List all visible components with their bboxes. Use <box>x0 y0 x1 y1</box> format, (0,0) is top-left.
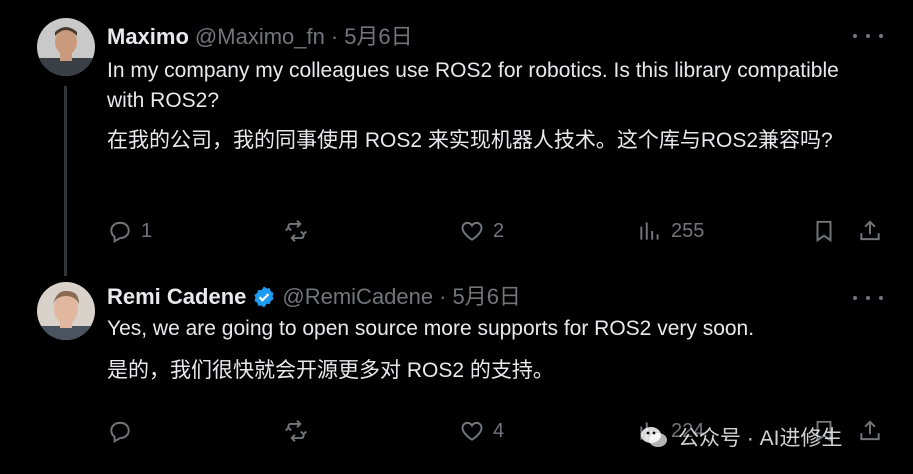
author-handle[interactable]: @Maximo_fn <box>195 24 325 50</box>
retweet-button[interactable] <box>283 216 309 246</box>
tweet-date[interactable]: 5月6日 <box>344 24 412 50</box>
views-icon <box>640 222 659 240</box>
action-bar: 1 2 255 <box>107 216 883 246</box>
separator-dot: · <box>330 24 339 49</box>
retweet-button[interactable] <box>283 416 309 446</box>
avatar-remi[interactable] <box>37 282 95 340</box>
share-button[interactable] <box>857 416 883 446</box>
tweet-date[interactable]: 5月6日 <box>452 284 520 310</box>
like-count: 4 <box>493 419 505 442</box>
tweet-text-zh: 是的，我们很快就会开源更多对 ROS2 的支持。 <box>107 359 554 382</box>
share-icon <box>860 220 880 241</box>
thread-line <box>64 86 67 276</box>
separator-dot: · <box>439 284 447 309</box>
tweet-header: Remi Cadene @RemiCadene · 5月6日 <box>107 284 521 310</box>
views-button[interactable]: 255 <box>637 216 704 246</box>
bookmark-button[interactable] <box>811 216 837 246</box>
reply-button[interactable] <box>107 416 133 446</box>
author-name[interactable]: Maximo <box>107 24 189 50</box>
watermark: 公众号 · AI进修生 <box>640 422 843 452</box>
retweet-icon <box>285 220 307 242</box>
verified-badge-icon[interactable] <box>252 285 276 309</box>
more-icon[interactable] <box>853 288 883 308</box>
bookmark-icon <box>816 220 832 243</box>
tweet-header: Maximo @Maximo_fn · 5月6日 <box>107 24 413 50</box>
author-name[interactable]: Remi Cadene <box>107 284 246 310</box>
like-count: 2 <box>493 219 505 242</box>
like-icon <box>461 221 483 241</box>
tweet-maximo[interactable]: Maximo @Maximo_fn · 5月6日 In my company m… <box>0 0 913 276</box>
like-icon <box>461 421 483 441</box>
author-handle[interactable]: @RemiCadene <box>282 284 433 310</box>
tweet-text-en: Yes, we are going to open source more su… <box>107 317 755 340</box>
wechat-logo-icon <box>640 425 668 449</box>
reply-icon <box>110 421 130 444</box>
share-icon <box>860 420 880 441</box>
tweet-text-zh: 在我的公司，我的同事使用 ROS2 来实现机器人技术。这个库与ROS2兼容吗? <box>107 129 833 152</box>
view-count: 255 <box>671 219 705 242</box>
reply-icon <box>110 221 130 244</box>
more-icon[interactable] <box>853 26 883 46</box>
reply-button[interactable]: 1 <box>107 216 152 246</box>
watermark-text: 公众号 · AI进修生 <box>678 427 843 450</box>
avatar-maximo[interactable] <box>37 18 95 76</box>
tweet-text-en: In my company my colleagues use ROS2 for… <box>107 59 839 112</box>
like-button[interactable]: 4 <box>459 416 504 446</box>
share-button[interactable] <box>857 216 883 246</box>
reply-count: 1 <box>141 219 153 242</box>
retweet-icon <box>285 420 307 442</box>
like-button[interactable]: 2 <box>459 216 504 246</box>
